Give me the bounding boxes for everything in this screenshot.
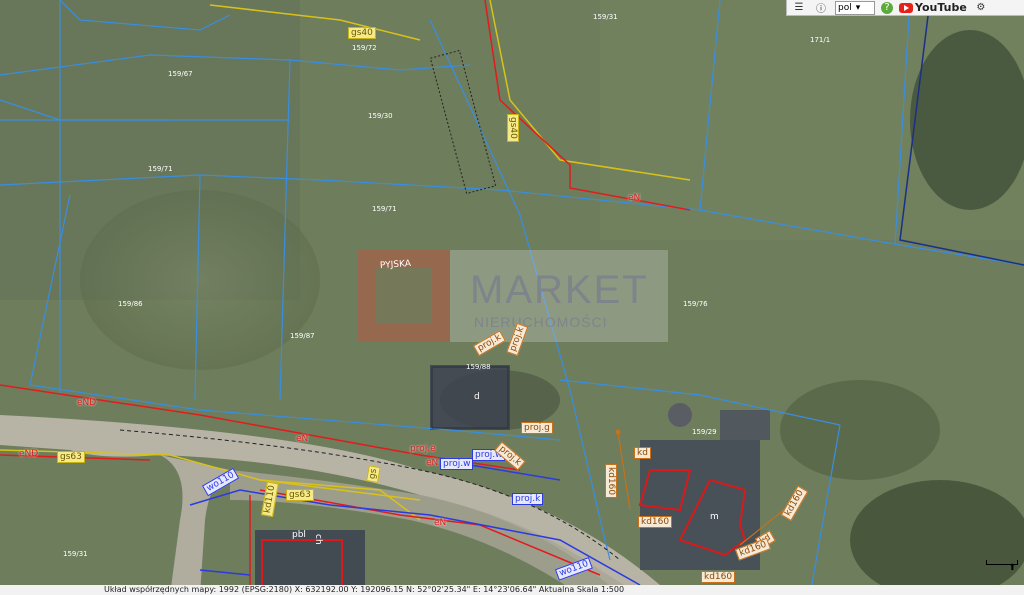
utility-label: gs40 (507, 114, 519, 142)
parcel-number: 159/87 (290, 332, 315, 340)
utility-label: kd160 (701, 571, 736, 583)
watermark-subtitle: NIERUCHOMOŚCI (474, 314, 608, 330)
info-icon[interactable]: ⓘ (813, 2, 829, 15)
parcel-number: 159/72 (352, 44, 377, 52)
utility-label: kd (634, 447, 651, 459)
utility-label: gs63 (57, 451, 85, 463)
parcel-number: 159/31 (593, 13, 618, 21)
parcel-number: 159/76 (683, 300, 708, 308)
street-label: PYJSKA (379, 258, 412, 272)
parcel-number: 159/29 (692, 428, 717, 436)
utility-label: eN (296, 434, 309, 444)
utility-label: d (474, 392, 480, 402)
utility-label: m (710, 512, 719, 522)
utility-label: proj.e (410, 444, 436, 454)
language-value: pol (838, 2, 852, 13)
utility-label: eN (628, 193, 641, 203)
utility-label: eND (77, 398, 97, 408)
parcel-number: 159/31 (63, 550, 88, 558)
parcel-number: 159/86 (118, 300, 143, 308)
utility-label: ch (313, 534, 323, 545)
utility-label: pbl (292, 530, 306, 540)
parcel-number: 159/67 (168, 70, 193, 78)
legend-icon[interactable]: ☰ (791, 2, 807, 14)
watermark-brand: MARKET (470, 268, 649, 312)
building-shadow (430, 365, 510, 430)
chevron-down-icon: ▾ (855, 2, 861, 13)
parcel-number: 159/71 (372, 205, 397, 213)
help-icon[interactable]: ? (881, 1, 893, 14)
youtube-icon (899, 2, 913, 13)
utility-label: eN (434, 518, 447, 528)
settings-icon[interactable]: ⚙ (973, 2, 989, 14)
status-bar: Układ współrzędnych mapy: 1992 (EPSG:218… (0, 585, 1024, 595)
parcel-number: 159/30 (368, 112, 393, 120)
utility-label: gs40 (348, 27, 376, 39)
parcel-number: 171/1 (810, 36, 831, 44)
utility-label: kd160 (638, 516, 673, 528)
north-arrow-icon: ⬆ (1008, 563, 1016, 573)
utility-label: eN (426, 458, 439, 468)
utility-label: proj.w (440, 458, 474, 470)
youtube-label: YouTube (915, 1, 967, 14)
utility-label: kd160 (605, 464, 617, 499)
utility-label: gs63 (286, 489, 314, 501)
language-select[interactable]: pol ▾ (835, 0, 875, 15)
utility-label: proj.g (521, 422, 553, 434)
map-viewport[interactable]: MARKET NIERUCHOMOŚCI PYJSKA 159/31 159/72… (0, 0, 1024, 595)
utility-label: eND (19, 449, 39, 459)
parcel-number: 159/71 (148, 165, 173, 173)
parcel-number: 159/88 (466, 363, 491, 371)
youtube-link[interactable]: YouTube (899, 1, 967, 14)
utility-label: proj.k (512, 493, 544, 505)
map-toolbar: ☰ ⓘ pol ▾ ? YouTube ⚙ (786, 0, 1024, 16)
